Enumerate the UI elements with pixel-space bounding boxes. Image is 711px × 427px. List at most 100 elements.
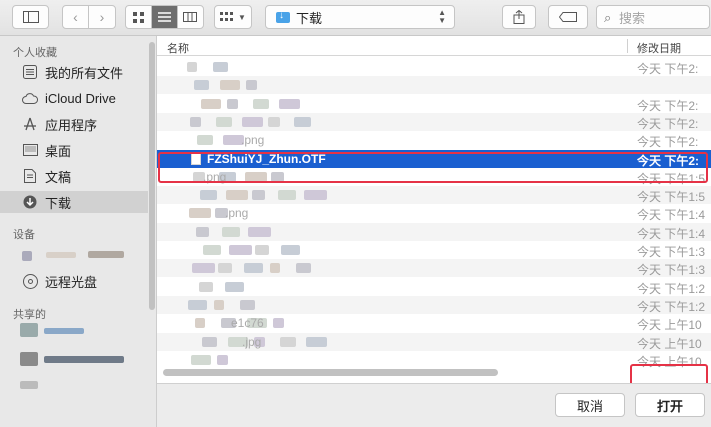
file-row[interactable]: e1c76 今天 上午10 <box>157 314 711 332</box>
sidebar-item-label: 远程光盘 <box>45 274 98 290</box>
blurred-filename <box>248 226 271 237</box>
sidebar-item-label: iCloud Drive <box>45 90 116 106</box>
file-row[interactable]: 今天 下午1:2 <box>157 278 711 296</box>
blurred-filename <box>281 245 300 255</box>
location-popup[interactable]: 下载 ▲▼ <box>265 5 455 29</box>
share-button[interactable] <box>502 5 536 29</box>
file-row[interactable]: 今天 下午1:5 <box>157 186 711 205</box>
file-row[interactable]: .png 今天 下午1:4 <box>157 204 711 222</box>
sidebar-item-icloud-drive[interactable]: iCloud Drive <box>22 87 116 109</box>
blurred-filename <box>244 263 263 274</box>
blurred-filename <box>187 62 197 72</box>
sidebar-item-remote-disc[interactable]: 远程光盘 <box>22 270 97 292</box>
file-date: 今天 下午1:3 <box>637 263 706 278</box>
arrange-button[interactable]: ▼ <box>214 5 252 29</box>
file-date: 今天 上午10 <box>637 318 702 333</box>
cancel-button[interactable]: 取消 <box>555 393 625 417</box>
search-field[interactable]: ⌕ 搜索 <box>596 5 710 29</box>
sidebar-scrollbar[interactable] <box>148 36 156 326</box>
sidebar-item-label: 我的所有文件 <box>45 65 124 81</box>
blurred-filename <box>242 116 263 127</box>
file-row[interactable]: .png 今天 下午2: <box>157 131 711 149</box>
sidebar-scroll-thumb[interactable] <box>149 42 155 310</box>
file-row[interactable]: 今天 下午2: <box>157 58 711 76</box>
chevron-down-icon: ▼ <box>238 12 246 22</box>
blurred-filename <box>216 116 232 127</box>
sidebar-toggle-button[interactable] <box>12 5 49 29</box>
file-row[interactable]: 今天 下午2: <box>157 95 711 113</box>
grid-icon <box>133 11 145 23</box>
file-row[interactable]: 今天 下午1:2 <box>157 295 711 314</box>
icon-view-button[interactable] <box>126 6 153 28</box>
horizontal-scrollbar[interactable] <box>163 369 498 376</box>
forward-button[interactable]: › <box>89 6 115 28</box>
blurred-filename <box>192 263 215 274</box>
shared-blurred <box>20 323 38 337</box>
file-date: 今天 下午1:4 <box>637 226 706 241</box>
sidebar-item-label: 桌面 <box>45 143 72 159</box>
sidebar-item-all-files[interactable]: 我的所有文件 <box>22 61 123 83</box>
blurred-filename <box>202 336 217 347</box>
blurred-filename <box>189 208 211 219</box>
blurred-filename <box>273 318 284 329</box>
shared-blurred <box>44 328 84 334</box>
cloud-icon <box>22 90 38 106</box>
sidebar-item-label: 下载 <box>45 195 72 211</box>
name-column-header[interactable]: 名称 <box>167 40 189 56</box>
blurred-filename <box>306 336 327 347</box>
sidebar: 个人收藏 我的所有文件 iCloud Drive 应用程序 桌面 文稿 下载 设… <box>0 36 157 427</box>
columns-icon <box>183 12 198 22</box>
sidebar-item-applications[interactable]: 应用程序 <box>22 113 97 135</box>
file-row[interactable]: 今天 下午2: <box>157 112 711 131</box>
sidebar-item-label: 应用程序 <box>45 117 98 133</box>
dialog-footer: 取消 打开 <box>157 383 711 427</box>
sidebar-item-desktop[interactable]: 桌面 <box>22 139 71 161</box>
file-date: 今天 下午2: <box>637 135 699 150</box>
blurred-filename <box>253 98 269 109</box>
file-row[interactable]: 今天 下午1:3 <box>157 259 711 278</box>
blurred-filename <box>199 281 213 292</box>
location-label: 下载 <box>296 10 323 26</box>
blurred-filename <box>217 354 228 365</box>
search-placeholder: 搜索 <box>619 10 646 26</box>
blurred-filename <box>279 98 300 109</box>
tag-button[interactable] <box>548 5 588 29</box>
open-button[interactable]: 打开 <box>635 393 705 417</box>
column-divider <box>627 39 628 53</box>
file-row[interactable]: 今天 下午1:4 <box>157 222 711 241</box>
blurred-filename <box>252 190 265 201</box>
device-blurred <box>88 251 124 258</box>
file-row[interactable]: 今天 上午10 <box>157 351 711 369</box>
date-column-header[interactable]: 修改日期 <box>637 40 681 56</box>
file-date: 今天 下午2: <box>637 62 699 76</box>
blurred-filename <box>213 62 228 72</box>
shared-blurred <box>44 356 124 363</box>
column-view-button[interactable] <box>178 6 203 28</box>
list-view-button[interactable] <box>152 6 178 28</box>
sidebar-item-downloads[interactable]: 下载 <box>0 191 148 213</box>
search-icon: ⌕ <box>604 10 612 25</box>
blurred-filename <box>194 80 209 91</box>
documents-icon <box>22 168 38 184</box>
file-row[interactable]: .jpg 今天 上午10 <box>157 332 711 351</box>
devices-heading: 设备 <box>13 229 35 241</box>
tag-icon <box>559 12 577 22</box>
chevron-right-icon: › <box>99 9 105 25</box>
file-row[interactable]: 今天 下午1:3 <box>157 241 711 259</box>
blurred-filename <box>240 299 255 310</box>
view-mode-control <box>125 5 204 29</box>
toolbar: ‹ › ▼ 下载 ▲▼ ⌕ 搜索 <box>0 0 711 36</box>
back-button[interactable]: ‹ <box>63 6 90 28</box>
chevron-left-icon: ‹ <box>73 9 78 25</box>
file-name: e1c76 <box>231 316 264 331</box>
blurred-filename <box>226 190 248 201</box>
file-row[interactable] <box>157 76 711 95</box>
blurred-filename <box>218 263 232 274</box>
shared-blurred <box>20 381 38 389</box>
share-icon <box>513 10 525 24</box>
sidebar-item-documents[interactable]: 文稿 <box>22 165 71 187</box>
column-headers: 名称 修改日期 <box>157 36 711 56</box>
blurred-filename <box>196 226 209 237</box>
blurred-filename <box>220 80 240 91</box>
file-name: .jpg <box>242 334 262 349</box>
